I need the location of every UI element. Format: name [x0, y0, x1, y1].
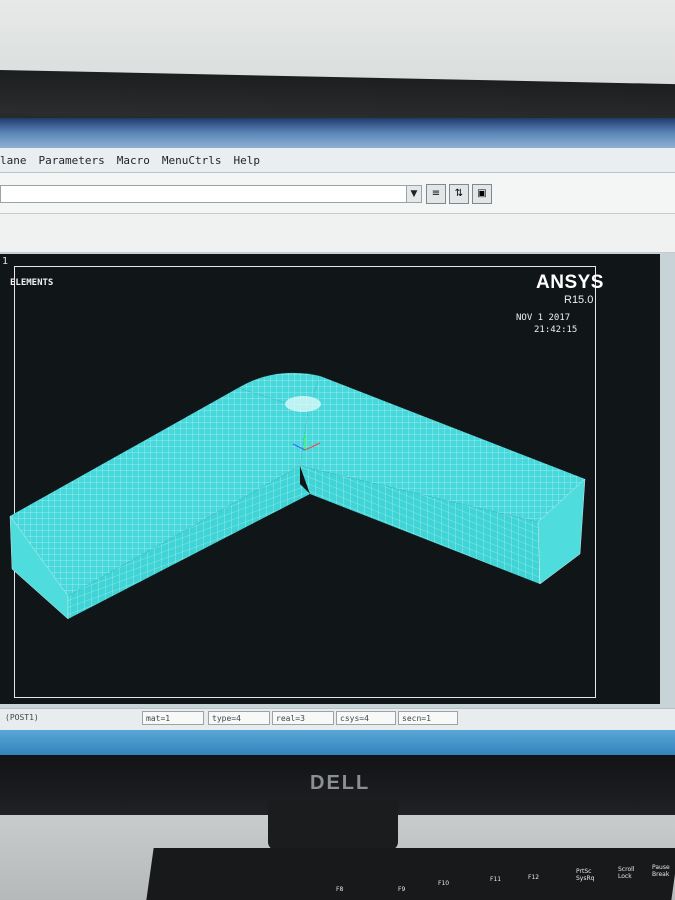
- status-mat: mat=1: [142, 711, 204, 725]
- graphics-window[interactable]: 1 ELEMENTS ANSYS R15.0 NOV 1 2017 21:42:…: [0, 254, 660, 704]
- menu-item-macro[interactable]: Macro: [117, 154, 150, 167]
- taskbar: [0, 730, 675, 758]
- status-bar: (POST1) mat=1 type=4 real=3 csys=4 secn=…: [0, 708, 675, 731]
- toolbar-secondary: [0, 214, 675, 253]
- key-f11: F11: [490, 876, 502, 883]
- command-input[interactable]: ▼: [0, 185, 422, 203]
- key-f12: F12: [528, 874, 540, 881]
- key-f8: F8: [336, 886, 344, 893]
- key-prtsc: PrtSc SysRq: [576, 868, 595, 882]
- save-db-icon[interactable]: ≡: [426, 184, 446, 204]
- mesh-corner-fan: [285, 396, 321, 412]
- status-secn: secn=1: [398, 711, 458, 725]
- quit-icon[interactable]: ▣: [472, 184, 492, 204]
- menu-bar: lane Parameters Macro MenuCtrls Help: [0, 148, 675, 173]
- menu-item-help[interactable]: Help: [233, 154, 260, 167]
- key-f9: F9: [398, 886, 406, 893]
- key-scroll-lock: Scroll Lock: [618, 866, 635, 880]
- monitor-screen: lane Parameters Macro MenuCtrls Help ▼ ≡…: [0, 118, 675, 758]
- monitor-stand: [268, 800, 398, 850]
- title-bar: [0, 118, 675, 148]
- status-type: type=4: [208, 711, 270, 725]
- resume-db-icon[interactable]: ⇅: [449, 184, 469, 204]
- mesh-model: [9, 372, 586, 620]
- status-mode: (POST1): [5, 713, 39, 722]
- menu-item-menuctrls[interactable]: MenuCtrls: [162, 154, 222, 167]
- chevron-down-icon[interactable]: ▼: [406, 186, 421, 202]
- key-f10: F10: [438, 880, 450, 887]
- status-csys: csys=4: [336, 711, 396, 725]
- toolbar: ▼ ≡ ⇅ ▣: [0, 173, 675, 214]
- menu-item-lane[interactable]: lane: [0, 154, 27, 167]
- key-pause: Pause Break: [652, 864, 670, 878]
- menu-item-parameters[interactable]: Parameters: [39, 154, 105, 167]
- dell-logo: DELL: [310, 772, 371, 794]
- status-real: real=3: [272, 711, 334, 725]
